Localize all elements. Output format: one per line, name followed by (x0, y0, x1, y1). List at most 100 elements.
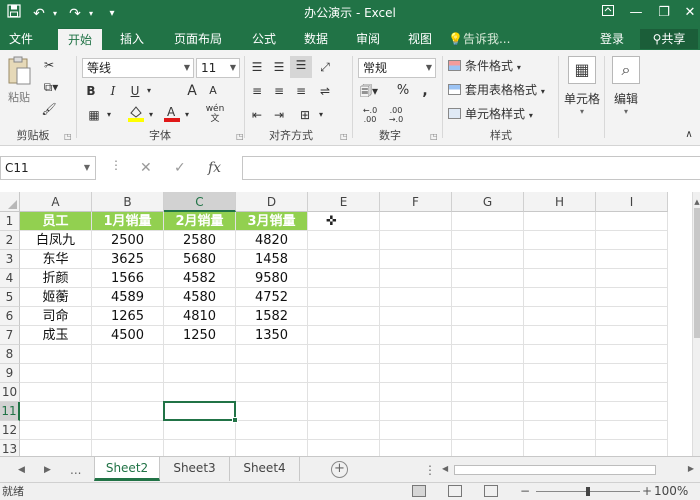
column-header-e[interactable]: E (308, 192, 380, 212)
cell-c1[interactable]: 2月销量 (164, 212, 236, 231)
format-as-table-button[interactable]: 套用表格格式 ▾ (448, 80, 545, 100)
cell-e6[interactable] (308, 307, 380, 326)
cell-d9[interactable] (236, 364, 308, 383)
row-header-6[interactable]: 6 (0, 307, 20, 326)
row-header-3[interactable]: 3 (0, 250, 20, 269)
underline-button[interactable]: U (128, 82, 142, 100)
decrease-font-button[interactable]: A (206, 82, 220, 100)
scroll-up-icon[interactable]: ▲ (693, 198, 700, 206)
zoom-slider[interactable] (536, 487, 640, 496)
cell-c5[interactable]: 4580 (164, 288, 236, 307)
cell-d7[interactable]: 1350 (236, 326, 308, 345)
cell-e8[interactable] (308, 345, 380, 364)
decrease-indent-icon[interactable]: ⇤ (248, 106, 266, 124)
horizontal-scroll-thumb[interactable] (454, 465, 656, 475)
login-link[interactable]: 登录 (600, 28, 624, 50)
cell-h11[interactable] (524, 402, 596, 421)
conditional-formatting-button[interactable]: 条件格式 ▾ (448, 56, 521, 76)
fill-color-icon[interactable] (126, 104, 146, 122)
cell-f11[interactable] (380, 402, 452, 421)
page-break-view-icon[interactable] (484, 485, 498, 497)
cell-i8[interactable] (596, 345, 668, 364)
vertical-scrollbar[interactable]: ▲ (692, 192, 700, 456)
cell-g4[interactable] (452, 269, 524, 288)
cell-b4[interactable]: 1566 (92, 269, 164, 288)
horizontal-scrollbar[interactable]: ◀ ▶ (440, 463, 696, 477)
zoom-out-icon[interactable]: − (520, 483, 530, 499)
number-launcher-icon[interactable]: ◳ (430, 132, 438, 141)
cell-d13[interactable] (236, 440, 308, 456)
row-header-7[interactable]: 7 (0, 326, 20, 345)
increase-font-button[interactable]: A (184, 82, 200, 100)
cell-f8[interactable] (380, 345, 452, 364)
cell-d2[interactable]: 4820 (236, 231, 308, 250)
cell-h5[interactable] (524, 288, 596, 307)
font-name-select[interactable]: 等线 ▼ (82, 58, 194, 78)
font-launcher-icon[interactable]: ◳ (236, 132, 244, 141)
row-header-10[interactable]: 10 (0, 383, 20, 402)
cell-c13[interactable] (164, 440, 236, 456)
cell-f3[interactable] (380, 250, 452, 269)
more-icon[interactable]: ⋮ (110, 158, 122, 172)
restore-icon[interactable]: ❐ (652, 2, 676, 24)
page-layout-view-icon[interactable] (448, 485, 462, 497)
cell-c7[interactable]: 1250 (164, 326, 236, 345)
align-left-icon[interactable]: ≡ (248, 82, 266, 100)
cell-d10[interactable] (236, 383, 308, 402)
column-header-h[interactable]: H (524, 192, 596, 212)
alignment-launcher-icon[interactable]: ◳ (340, 132, 348, 141)
cancel-icon[interactable]: ✕ (140, 156, 152, 180)
more-sheets-button[interactable]: ... (70, 461, 81, 479)
minimize-icon[interactable]: — (624, 2, 648, 24)
percent-button[interactable]: % (396, 82, 410, 100)
cell-h8[interactable] (524, 345, 596, 364)
cell-a12[interactable] (20, 421, 92, 440)
cell-d6[interactable]: 1582 (236, 307, 308, 326)
sheet-tab-sheet3[interactable]: Sheet3 (160, 457, 230, 481)
cell-f4[interactable] (380, 269, 452, 288)
cell-h6[interactable] (524, 307, 596, 326)
column-header-c[interactable]: C (164, 192, 236, 212)
border-icon[interactable]: ▦ (84, 106, 104, 124)
column-header-d[interactable]: D (236, 192, 308, 212)
cell-i4[interactable] (596, 269, 668, 288)
align-top-icon[interactable]: ☰ (248, 58, 266, 76)
vertical-scroll-thumb[interactable] (694, 208, 700, 338)
cell-g5[interactable] (452, 288, 524, 307)
cell-b6[interactable]: 1265 (92, 307, 164, 326)
cell-d8[interactable] (236, 345, 308, 364)
cell-f10[interactable] (380, 383, 452, 402)
cell-i7[interactable] (596, 326, 668, 345)
cell-h1[interactable] (524, 212, 596, 231)
format-painter-icon[interactable]: 🖌 (40, 100, 58, 118)
cell-e3[interactable] (308, 250, 380, 269)
increase-decimal-icon[interactable]: ←.0.00 (360, 106, 380, 124)
worksheet-grid[interactable]: ABCDEFGHI 1 2 3 4 5 6 7 8 9 10 11 12 13 员工 1月销量 2月销量 3月… (0, 192, 692, 456)
cell-e11[interactable] (308, 402, 380, 421)
scroll-left-icon[interactable]: ◀ (442, 464, 448, 473)
name-box[interactable]: C11 ▼ (0, 156, 96, 180)
row-header-1[interactable]: 1 (0, 212, 20, 231)
cell-e5[interactable] (308, 288, 380, 307)
cell-a1[interactable]: 员工 (20, 212, 92, 231)
cell-b2[interactable]: 2500 (92, 231, 164, 250)
cell-b5[interactable]: 4589 (92, 288, 164, 307)
row-header-5[interactable]: 5 (0, 288, 20, 307)
cell-g6[interactable] (452, 307, 524, 326)
tab-file[interactable]: 文件 (0, 28, 42, 50)
accounting-format-icon[interactable]: 🗐▾ (358, 82, 380, 100)
cell-e4[interactable] (308, 269, 380, 288)
cell-f6[interactable] (380, 307, 452, 326)
sheet-tab-sheet4[interactable]: Sheet4 (230, 457, 300, 481)
cell-h10[interactable] (524, 383, 596, 402)
cell-f7[interactable] (380, 326, 452, 345)
cell-f12[interactable] (380, 421, 452, 440)
cell-f2[interactable] (380, 231, 452, 250)
cell-e12[interactable] (308, 421, 380, 440)
tab-review[interactable]: 审阅 (348, 28, 388, 50)
collapse-ribbon-icon[interactable]: ∧ (682, 126, 696, 144)
align-bottom-icon[interactable]: ☰ (290, 56, 312, 78)
bold-button[interactable]: B (84, 82, 98, 100)
close-icon[interactable]: ✕ (678, 2, 700, 24)
cell-c12[interactable] (164, 421, 236, 440)
